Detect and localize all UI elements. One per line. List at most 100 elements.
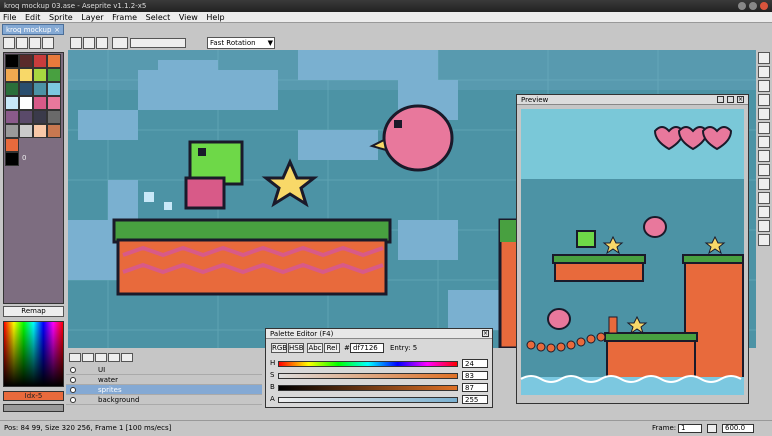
- color-spectrum[interactable]: [3, 321, 64, 387]
- menu-edit[interactable]: Edit: [22, 12, 44, 23]
- palette-editor-close-icon[interactable]: ×: [482, 330, 489, 337]
- rel-mode-button[interactable]: Rel: [324, 343, 340, 353]
- mask-color-icon[interactable]: [112, 37, 128, 49]
- next-frame-icon[interactable]: [108, 353, 120, 362]
- rectangle-tool-icon[interactable]: [758, 192, 770, 204]
- palette-swatch[interactable]: [19, 110, 33, 124]
- layer-row[interactable]: water: [66, 375, 262, 385]
- frame-input[interactable]: 1: [678, 424, 702, 433]
- menu-file[interactable]: File: [0, 12, 19, 23]
- hsb-mode-button[interactable]: HSB: [288, 343, 304, 353]
- layer-row[interactable]: sprites: [66, 385, 262, 395]
- file-tab[interactable]: kroq mockup ×: [2, 24, 64, 35]
- palette-swatch[interactable]: [5, 82, 19, 96]
- palette-swatch[interactable]: [33, 54, 47, 68]
- brightness-slider[interactable]: [278, 385, 458, 391]
- preview-mode-icon[interactable]: [727, 96, 734, 103]
- edit-palette-icon[interactable]: [3, 37, 15, 49]
- menu-sprite[interactable]: Sprite: [46, 12, 76, 23]
- preview-close-icon[interactable]: ×: [737, 96, 744, 103]
- close-icon[interactable]: [760, 2, 768, 10]
- palette-swatch[interactable]: [19, 96, 33, 110]
- zoom-tool-icon[interactable]: [758, 122, 770, 134]
- palette-swatch[interactable]: [19, 54, 33, 68]
- palette-options-icon[interactable]: [42, 37, 54, 49]
- hue-value[interactable]: 24: [462, 359, 488, 368]
- saturation-slider[interactable]: [278, 373, 458, 379]
- palette-swatch[interactable]: [33, 110, 47, 124]
- preview-play-icon[interactable]: [717, 96, 724, 103]
- lasso-tool-icon[interactable]: [758, 66, 770, 78]
- menu-frame[interactable]: Frame: [109, 12, 140, 23]
- palette-swatch[interactable]: [47, 82, 61, 96]
- line-tool-icon[interactable]: [758, 178, 770, 190]
- play-icon[interactable]: [95, 353, 107, 362]
- blur-tool-icon[interactable]: [758, 234, 770, 246]
- preview-window[interactable]: Preview ×: [516, 94, 749, 404]
- palette-swatch[interactable]: [47, 124, 61, 138]
- marquee-tool-icon[interactable]: [758, 52, 770, 64]
- eyedropper-tool-icon[interactable]: [758, 108, 770, 120]
- rgb-mode-button[interactable]: RGB: [271, 343, 287, 353]
- sort-palette-icon[interactable]: [16, 37, 28, 49]
- hex-input[interactable]: df7126: [350, 343, 384, 353]
- ellipse-tool-icon[interactable]: [758, 206, 770, 218]
- palette-swatch[interactable]: [33, 68, 47, 82]
- remap-button[interactable]: Remap: [3, 306, 64, 317]
- first-frame-icon[interactable]: [69, 353, 81, 362]
- palette-swatch[interactable]: [47, 96, 61, 110]
- palette-swatch[interactable]: [5, 54, 19, 68]
- palette-swatch[interactable]: [5, 124, 19, 138]
- palette-swatch[interactable]: [19, 68, 33, 82]
- last-frame-icon[interactable]: [121, 353, 133, 362]
- palette-swatch[interactable]: [5, 138, 19, 152]
- background-color-swatch[interactable]: [3, 404, 64, 412]
- rotation-select[interactable]: Fast Rotation ▼: [207, 37, 275, 49]
- maximize-icon[interactable]: [749, 2, 757, 10]
- zoom-icon[interactable]: [707, 424, 717, 433]
- menu-select[interactable]: Select: [143, 12, 174, 23]
- eye-icon[interactable]: [70, 387, 76, 393]
- menu-view[interactable]: View: [176, 12, 201, 23]
- preset-palette-icon[interactable]: [29, 37, 41, 49]
- eye-icon[interactable]: [70, 377, 76, 383]
- palette-swatch[interactable]: [19, 124, 33, 138]
- palette-swatch[interactable]: [5, 68, 19, 82]
- move-tool-icon[interactable]: [758, 136, 770, 148]
- eye-icon[interactable]: [70, 367, 76, 373]
- alpha-value[interactable]: 255: [462, 395, 488, 404]
- palette-swatch[interactable]: [33, 124, 47, 138]
- fill-tool-icon[interactable]: [758, 150, 770, 162]
- eye-icon[interactable]: [70, 397, 76, 403]
- menu-layer[interactable]: Layer: [78, 12, 106, 23]
- layer-row[interactable]: background: [66, 395, 262, 405]
- minimize-icon[interactable]: [738, 2, 746, 10]
- color-mode-button[interactable]: Idx-5: [3, 391, 64, 401]
- layer-row[interactable]: UI: [66, 365, 262, 375]
- alpha-slider[interactable]: [278, 397, 458, 403]
- palette-editor-window[interactable]: Palette Editor (F4) × RGB HSB Abc Rel # …: [265, 328, 493, 408]
- pivot-icon[interactable]: [96, 37, 108, 49]
- abs-mode-button[interactable]: Abc: [307, 343, 323, 353]
- palette-swatch[interactable]: [33, 96, 47, 110]
- menu-help[interactable]: Help: [203, 12, 227, 23]
- palette-swatch[interactable]: [5, 110, 19, 124]
- saturation-value[interactable]: 83: [462, 371, 488, 380]
- zoom-input[interactable]: 600.0: [722, 424, 754, 433]
- hue-slider[interactable]: [278, 361, 458, 367]
- palette-swatch[interactable]: [47, 68, 61, 82]
- palette-swatch[interactable]: [33, 82, 47, 96]
- palette-swatch[interactable]: [47, 54, 61, 68]
- palette-swatch[interactable]: [47, 110, 61, 124]
- prev-frame-icon[interactable]: [82, 353, 94, 362]
- contour-tool-icon[interactable]: [758, 220, 770, 232]
- mask-color-field[interactable]: [130, 38, 186, 48]
- opaque-icon[interactable]: [83, 37, 95, 49]
- palette-swatch[interactable]: [5, 96, 19, 110]
- palette-swatch[interactable]: [19, 82, 33, 96]
- gradient-tool-icon[interactable]: [758, 164, 770, 176]
- tab-close-icon[interactable]: ×: [54, 25, 60, 36]
- palette-swatch[interactable]: [5, 152, 19, 166]
- pencil-tool-icon[interactable]: [758, 80, 770, 92]
- eraser-tool-icon[interactable]: [758, 94, 770, 106]
